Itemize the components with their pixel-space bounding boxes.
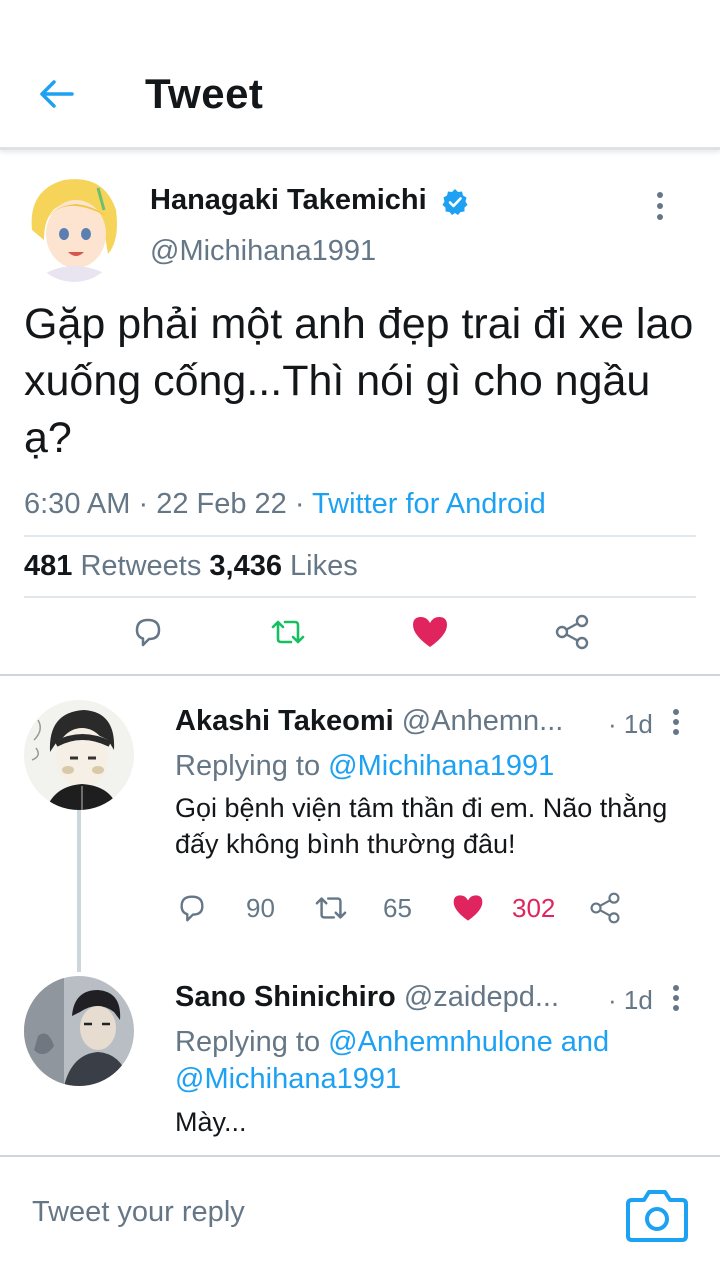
retweet-count: 65 [383,893,412,923]
thread-line [77,810,81,972]
reply-handle: @Anhemn... [401,705,564,737]
reply-icon [180,895,204,922]
mention-link[interactable]: @Michihana1991 [328,750,554,782]
heart-icon [413,617,447,647]
page-title: Tweet [145,70,264,117]
reply-input[interactable] [32,1192,592,1232]
tweet-source-link[interactable]: Twitter for Android [312,488,546,520]
tweet-meta: 6:30 AM · 22 Feb 22 · Twitter for Androi… [24,488,546,520]
back-arrow-icon [40,80,74,108]
reply-time: · 1d [608,985,653,1015]
tweet-date: 22 Feb 22 [156,488,287,520]
share-button[interactable] [550,610,594,654]
reply-more-button[interactable] [658,980,694,1016]
reply-more-button[interactable] [658,704,694,740]
reply-count: 90 [246,893,275,923]
tweet-stats: 481 Retweets 3,436 Likes [24,550,358,582]
tweet-time: 6:30 AM [24,488,131,520]
verified-badge-icon [442,189,468,215]
reply-share-button[interactable] [588,890,622,926]
camera-icon [626,1190,688,1242]
tweet-text: Gặp phải một anh đẹp trai đi xe lao xuốn… [24,300,694,462]
retweet-icon [271,620,305,644]
share-icon [590,892,620,924]
reply-icon [135,618,161,647]
like-count: 302 [512,893,556,923]
app-header: Tweet [0,0,720,150]
author-handle[interactable]: @Michihana1991 [150,235,376,268]
more-options-button[interactable] [640,186,680,226]
share-icon [555,614,589,650]
author-name[interactable]: Hanagaki Takemichi [150,184,427,217]
more-icon [673,709,679,715]
retweet-count[interactable]: 481 [24,550,72,582]
more-icon [657,192,663,198]
reply-author[interactable]: Akashi Takeomi @Anhemn... [175,705,563,738]
reply-text: Mày... [175,1107,247,1137]
reply-button[interactable] [126,610,170,654]
replying-to: Replying to @Anhemnhulone and @Michihana… [175,1026,610,1095]
back-button[interactable] [34,72,78,116]
reply-reply-button[interactable] [176,890,208,926]
author-avatar[interactable] [24,170,124,282]
divider [24,535,696,537]
reply-time: · 1d [608,709,653,739]
like-count[interactable]: 3,436 [209,550,282,582]
retweet-button[interactable] [266,610,310,654]
more-icon [673,985,679,991]
reply-text: Gọi bệnh viện tâm thần đi em. Não thằng … [175,793,668,859]
heart-icon [453,895,483,921]
like-button[interactable] [408,610,452,654]
retweet-icon [315,897,347,919]
divider [0,674,720,676]
replying-to: Replying to @Michihana1991 [175,750,555,782]
reply-like-button[interactable] [452,890,484,926]
reply-author[interactable]: Sano Shinichiro @zaidepd... [175,981,559,1014]
reply-avatar[interactable] [24,700,134,810]
reply-avatar[interactable] [24,976,134,1086]
divider [24,596,696,598]
camera-button[interactable] [624,1184,690,1246]
reply-retweet-button[interactable] [313,890,349,926]
reply-handle: @zaidepd... [403,981,560,1013]
